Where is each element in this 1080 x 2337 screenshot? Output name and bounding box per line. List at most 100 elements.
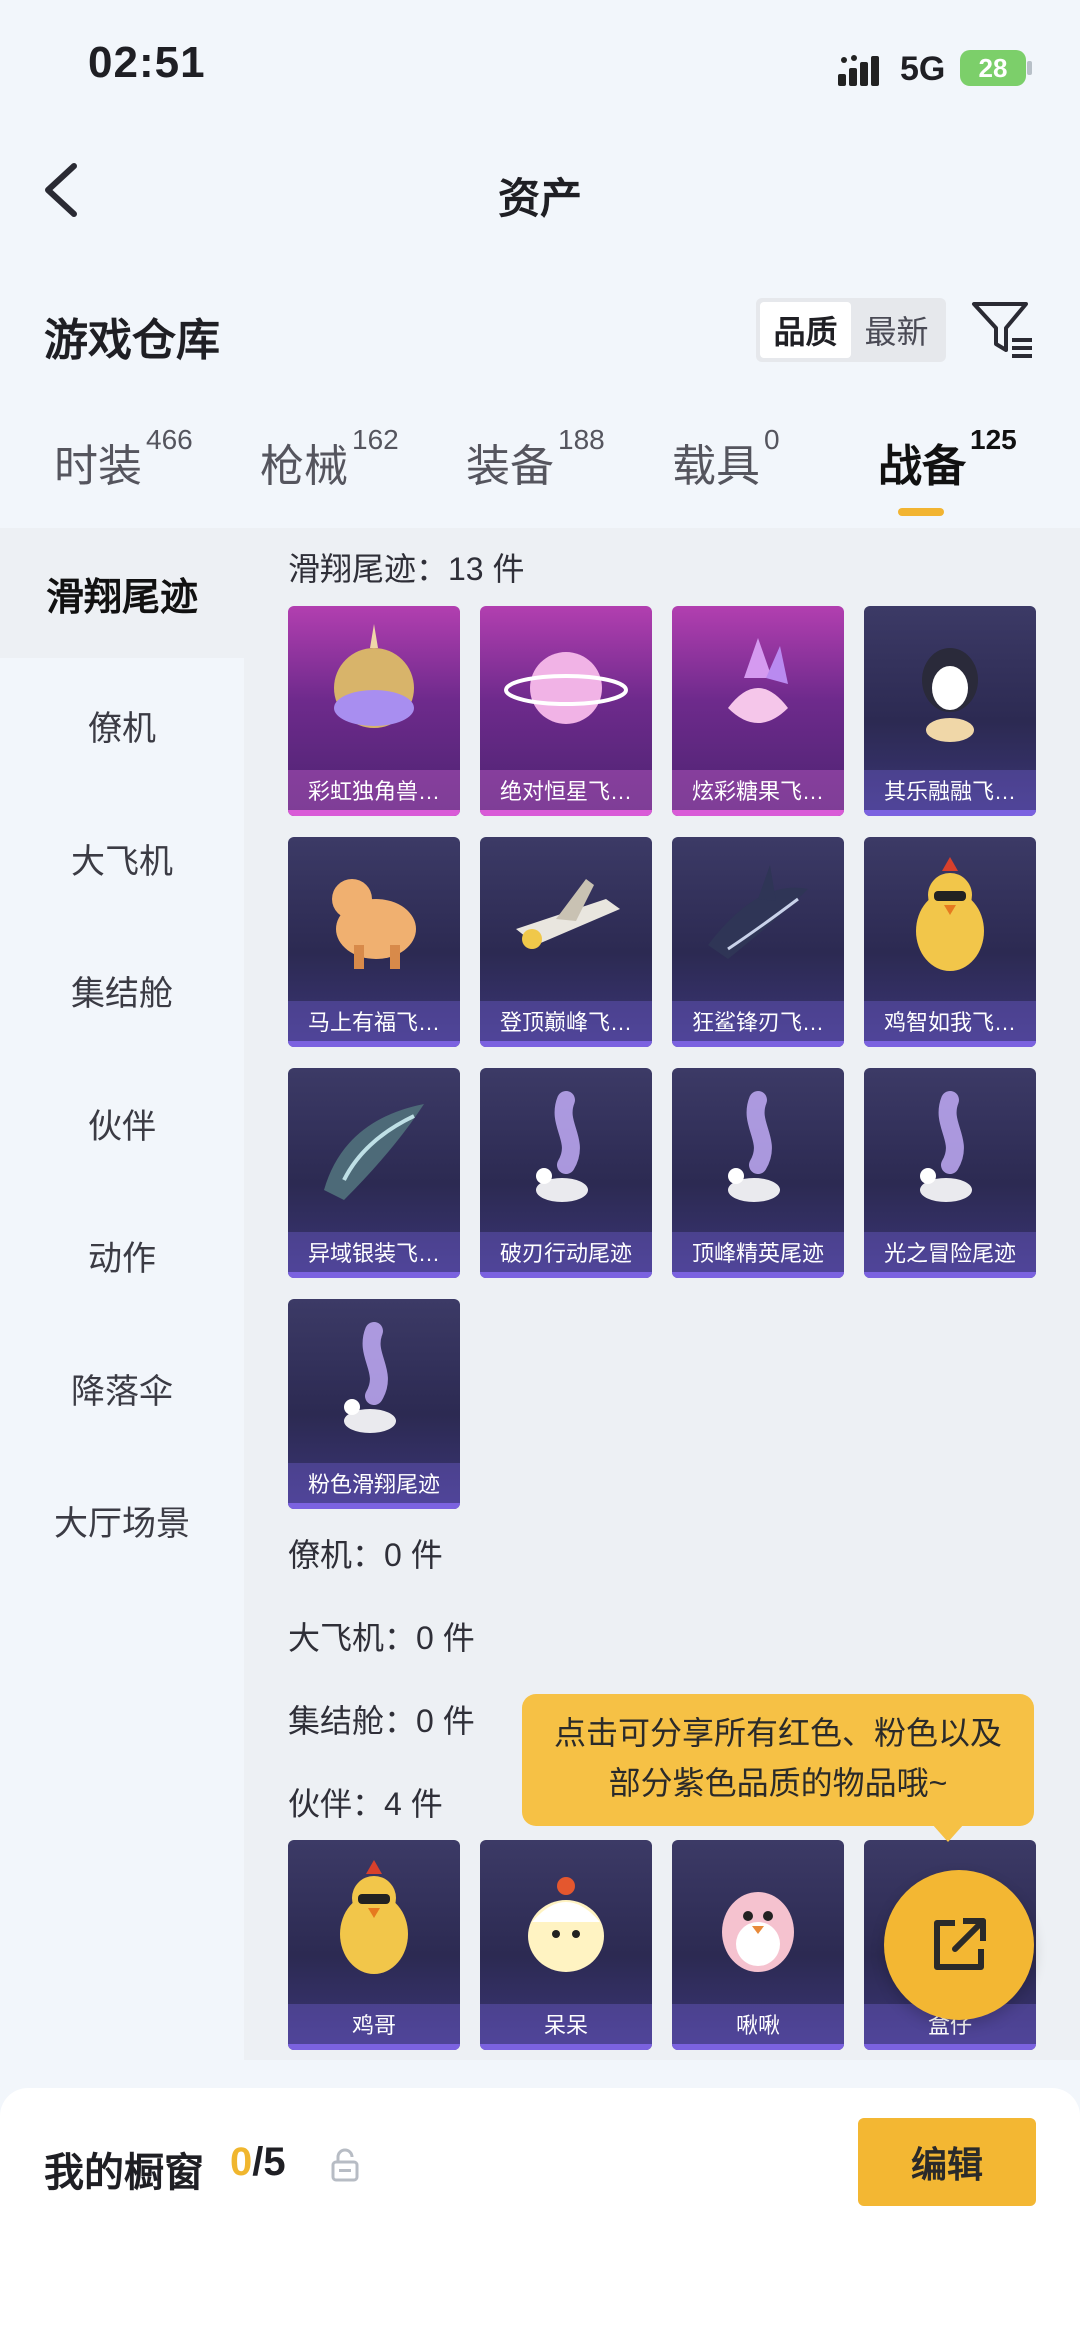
tab-equipment[interactable]: 装备188 — [466, 424, 605, 494]
active-tab-indicator — [898, 508, 944, 516]
showcase-total: /5 — [252, 2140, 286, 2184]
battery-icon: 28 — [960, 50, 1026, 86]
shark-glider-icon — [708, 865, 808, 959]
silver-wing-icon — [324, 1104, 424, 1200]
rarity-bar — [288, 2044, 460, 2050]
rarity-bar — [864, 1272, 1036, 1278]
sidebar-item-big-plane[interactable]: 大飞机 — [0, 793, 244, 923]
glide-trail-item-card[interactable]: 破刃行动尾迹 — [480, 1068, 652, 1278]
lock-icon — [331, 2148, 359, 2182]
sidebar-item-glide-trail[interactable]: 滑翔尾迹 — [0, 528, 244, 658]
sidebar-item-assembly-pod[interactable]: 集结舱 — [0, 925, 244, 1055]
network-type: 5G — [900, 50, 946, 88]
smoke-trail-icon — [344, 1322, 396, 1433]
glide-trail-item-card[interactable]: 鸡智如我飞… — [864, 837, 1036, 1047]
glide-trail-item-card[interactable]: 异域银装飞… — [288, 1068, 460, 1278]
rarity-bar — [864, 1041, 1036, 1047]
rarity-bar — [288, 1041, 460, 1047]
glide-trail-item-card[interactable]: 粉色滑翔尾迹 — [288, 1299, 460, 1509]
tab-count: 162 — [352, 424, 399, 455]
rarity-bar — [288, 1503, 460, 1509]
rarity-bar — [864, 2044, 1036, 2050]
sidebar-item-lobby-scene[interactable]: 大厅场景 — [0, 1455, 244, 1585]
sort-latest-button[interactable]: 最新 — [851, 302, 942, 358]
smoke-trail-icon — [536, 1091, 588, 1202]
section-label-glide-trail: 滑翔尾迹：13 件 — [288, 551, 525, 587]
sort-toggle: 品质 最新 — [756, 298, 946, 362]
item-name: 粉色滑翔尾迹 — [288, 1463, 460, 1503]
item-name: 马上有福飞… — [288, 1001, 460, 1041]
glide-trail-item-card[interactable]: 马上有福飞… — [288, 837, 460, 1047]
tab-fashion[interactable]: 时装466 — [54, 424, 193, 494]
item-name: 绝对恒星飞… — [480, 770, 652, 810]
item-name: 狂鲨锋刃飞… — [672, 1001, 844, 1041]
sort-quality-button[interactable]: 品质 — [760, 302, 851, 358]
glide-trail-item-card[interactable]: 彩虹独角兽… — [288, 606, 460, 816]
chicken-icon — [340, 1860, 408, 1974]
showcase-title: 我的橱窗 — [44, 2151, 204, 2195]
glide-trail-item-card[interactable]: 顶峰精英尾迹 — [672, 1068, 844, 1278]
tab-readiness[interactable]: 战备125 — [878, 424, 1017, 494]
tab-guns[interactable]: 枪械162 — [260, 424, 399, 494]
sidebar-item-wingman[interactable]: 僚机 — [0, 660, 244, 790]
chick-icon — [528, 1877, 604, 1972]
item-name: 顶峰精英尾迹 — [672, 1232, 844, 1272]
chicken-pilot-icon — [916, 857, 984, 971]
sidebar-item-parachute[interactable]: 降落伞 — [0, 1323, 244, 1453]
warehouse-title: 游戏仓库 — [44, 316, 220, 365]
partner-item-card[interactable]: 鸡哥 — [288, 1840, 460, 2050]
glide-trail-item-card[interactable]: 炫彩糖果飞… — [672, 606, 844, 816]
section-label-partner: 伙伴：4 件 — [288, 1786, 443, 1822]
rarity-bar — [672, 1041, 844, 1047]
rarity-bar — [480, 810, 652, 816]
tooltip-arrow — [932, 1824, 964, 1842]
rarity-bar — [480, 2044, 652, 2050]
filter-icon[interactable] — [970, 298, 1034, 360]
rarity-bar — [672, 2044, 844, 2050]
share-button[interactable] — [884, 1870, 1034, 2020]
item-name: 啾啾 — [672, 2004, 844, 2044]
tab-vehicles[interactable]: 载具0 — [672, 424, 780, 494]
horse-toy-icon — [332, 879, 416, 969]
glide-trail-item-card[interactable]: 光之冒险尾迹 — [864, 1068, 1036, 1278]
smoke-trail-icon — [728, 1091, 780, 1202]
showcase-count: 0/5 — [230, 2140, 286, 2185]
tab-count: 0 — [764, 424, 780, 455]
glide-trail-item-card[interactable]: 其乐融融飞… — [864, 606, 1036, 816]
clock: 02:51 — [88, 38, 206, 87]
category-tabs: 时装466 枪械162 装备188 载具0 战备125 — [0, 424, 1080, 520]
tab-count: 188 — [558, 424, 605, 455]
item-name: 鸡智如我飞… — [864, 1001, 1036, 1041]
section-label-wingman: 僚机：0 件 — [288, 1537, 443, 1573]
section-label-big-plane: 大飞机：0 件 — [288, 1620, 475, 1656]
item-name: 炫彩糖果飞… — [672, 770, 844, 810]
item-name: 鸡哥 — [288, 2004, 460, 2044]
rarity-bar — [288, 810, 460, 816]
rarity-bar — [672, 1272, 844, 1278]
battery-level: 28 — [978, 52, 1008, 83]
battery-nub — [1027, 61, 1032, 75]
glide-trail-item-card[interactable]: 登顶巅峰飞… — [480, 837, 652, 1047]
partner-item-card[interactable]: 呆呆 — [480, 1840, 652, 2050]
sidebar-item-partner[interactable]: 伙伴 — [0, 1058, 244, 1188]
share-icon — [934, 1918, 986, 1970]
glide-trail-item-card[interactable]: 狂鲨锋刃飞… — [672, 837, 844, 1047]
page-title: 资产 — [497, 175, 582, 222]
item-name: 呆呆 — [480, 2004, 652, 2044]
item-name: 彩虹独角兽… — [288, 770, 460, 810]
candy-crystal-icon — [728, 638, 788, 723]
partner-item-card[interactable]: 啾啾 — [672, 1840, 844, 2050]
showcase-current: 0 — [230, 2140, 253, 2184]
glide-trail-item-card[interactable]: 绝对恒星飞… — [480, 606, 652, 816]
unicorn-emblem-icon — [334, 624, 414, 728]
penguin-rocket-icon — [922, 648, 978, 742]
rarity-bar — [672, 810, 844, 816]
rarity-bar — [864, 810, 1036, 816]
tooltip-line-2: 部分紫色品质的物品哦~ — [608, 1765, 948, 1801]
sidebar-item-emote[interactable]: 动作 — [0, 1190, 244, 1320]
tab-label: 装备 — [466, 442, 554, 491]
item-name: 登顶巅峰飞… — [480, 1001, 652, 1041]
item-name: 其乐融融飞… — [864, 770, 1036, 810]
status-bar: 02:51 5G 28 — [0, 0, 1080, 130]
edit-button[interactable]: 编辑 — [858, 2118, 1036, 2206]
